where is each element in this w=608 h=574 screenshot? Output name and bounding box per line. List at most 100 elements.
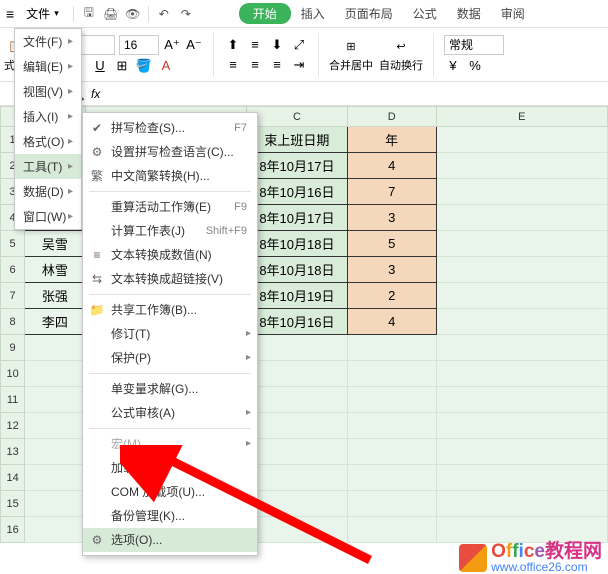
cell[interactable] bbox=[247, 517, 348, 543]
tools-menu-item[interactable]: 重算活动工作簿(E)F9 bbox=[83, 195, 257, 219]
cell[interactable]: 吴雪 bbox=[25, 231, 85, 257]
cell[interactable] bbox=[347, 335, 436, 361]
cell[interactable] bbox=[25, 517, 85, 543]
cell[interactable] bbox=[436, 361, 607, 387]
cell[interactable]: 8年10月19日 bbox=[247, 283, 348, 309]
fill-color-button[interactable]: 🪣 bbox=[135, 57, 153, 75]
cell[interactable] bbox=[25, 387, 85, 413]
cell[interactable] bbox=[436, 205, 607, 231]
row-header[interactable]: 9 bbox=[1, 335, 25, 361]
row-header[interactable]: 10 bbox=[1, 361, 25, 387]
cell[interactable] bbox=[247, 361, 348, 387]
row-header[interactable]: 13 bbox=[1, 439, 25, 465]
cell[interactable] bbox=[247, 413, 348, 439]
file-menu-item[interactable]: 插入(I) bbox=[15, 104, 81, 129]
tools-menu-item[interactable]: 保护(P) bbox=[83, 346, 257, 370]
cell[interactable] bbox=[347, 491, 436, 517]
file-menu-item[interactable]: 编辑(E) bbox=[15, 54, 81, 79]
cell[interactable] bbox=[347, 439, 436, 465]
row-header[interactable]: 15 bbox=[1, 491, 25, 517]
tools-menu-item[interactable]: 修订(T) bbox=[83, 322, 257, 346]
cell[interactable] bbox=[247, 335, 348, 361]
cell[interactable] bbox=[347, 361, 436, 387]
undo-icon[interactable]: ↶ bbox=[155, 5, 173, 23]
row-header[interactable]: 6 bbox=[1, 257, 25, 283]
preview-icon[interactable]: 👁 bbox=[124, 5, 142, 23]
tools-menu-item[interactable]: 📁共享工作簿(B)... bbox=[83, 298, 257, 322]
currency-icon[interactable]: ¥ bbox=[444, 57, 462, 75]
cell[interactable]: 4 bbox=[347, 153, 436, 179]
file-menu[interactable]: 文件(F)编辑(E)视图(V)插入(I)格式(O)工具(T)数据(D)窗口(W) bbox=[14, 28, 82, 230]
wrap-icon[interactable]: ↩ bbox=[391, 36, 411, 56]
tab-layout[interactable]: 页面布局 bbox=[335, 1, 403, 26]
increase-font-icon[interactable]: A⁺ bbox=[163, 36, 181, 54]
row-header[interactable]: 16 bbox=[1, 517, 25, 543]
cell[interactable] bbox=[436, 257, 607, 283]
cell[interactable]: 张强 bbox=[25, 283, 85, 309]
cell[interactable] bbox=[436, 179, 607, 205]
cell[interactable] bbox=[25, 335, 85, 361]
print-icon[interactable]: 🖨 bbox=[102, 5, 120, 23]
cell-d1[interactable]: 年 bbox=[347, 127, 436, 153]
tab-insert[interactable]: 插入 bbox=[291, 1, 335, 26]
tools-menu-item[interactable]: 备份管理(K)... bbox=[83, 504, 257, 528]
tab-review[interactable]: 审阅 bbox=[491, 1, 535, 26]
cell[interactable] bbox=[247, 387, 348, 413]
row-header[interactable]: 8 bbox=[1, 309, 25, 335]
tab-start[interactable]: 开始 bbox=[239, 3, 291, 24]
file-menu-item[interactable]: 视图(V) bbox=[15, 79, 81, 104]
cell[interactable] bbox=[436, 517, 607, 543]
row-header[interactable]: 11 bbox=[1, 387, 25, 413]
tools-submenu[interactable]: ✔拼写检查(S)...F7⚙设置拼写检查语言(C)...繁中文简繁转换(H)..… bbox=[82, 112, 258, 556]
tools-menu-item[interactable]: 公式审核(A) bbox=[83, 401, 257, 425]
cell[interactable]: 5 bbox=[347, 231, 436, 257]
cell[interactable] bbox=[347, 517, 436, 543]
align-bot-icon[interactable]: ⬇ bbox=[268, 36, 286, 54]
align-right-icon[interactable]: ≡ bbox=[268, 56, 286, 74]
cell-c1[interactable]: 束上班日期 bbox=[247, 127, 348, 153]
cell[interactable]: 8年10月17日 bbox=[247, 205, 348, 231]
tools-menu-item[interactable]: 单变量求解(G)... bbox=[83, 377, 257, 401]
row-header[interactable]: 5 bbox=[1, 231, 25, 257]
cell[interactable] bbox=[436, 231, 607, 257]
cell[interactable] bbox=[247, 439, 348, 465]
tools-menu-item[interactable]: 繁中文简繁转换(H)... bbox=[83, 164, 257, 188]
cell[interactable]: 8年10月16日 bbox=[247, 309, 348, 335]
cell[interactable] bbox=[25, 413, 85, 439]
tab-data[interactable]: 数据 bbox=[447, 1, 491, 26]
tools-menu-item[interactable]: 计算工作表(J)Shift+F9 bbox=[83, 219, 257, 243]
file-menu-item[interactable]: 工具(T) bbox=[15, 154, 81, 179]
align-mid-icon[interactable]: ≡ bbox=[246, 36, 264, 54]
cell[interactable] bbox=[436, 439, 607, 465]
cell[interactable]: 8年10月17日 bbox=[247, 153, 348, 179]
cell[interactable] bbox=[25, 361, 85, 387]
formula-bar[interactable] bbox=[106, 84, 604, 104]
tools-menu-item[interactable]: 加载项(I)... bbox=[83, 456, 257, 480]
cell[interactable]: 2 bbox=[347, 283, 436, 309]
cell[interactable] bbox=[436, 413, 607, 439]
col-header-e[interactable]: E bbox=[436, 107, 607, 127]
file-menu-item[interactable]: 格式(O) bbox=[15, 129, 81, 154]
cell[interactable] bbox=[436, 153, 607, 179]
align-left-icon[interactable]: ≡ bbox=[224, 56, 242, 74]
cell[interactable] bbox=[436, 387, 607, 413]
number-format-select[interactable] bbox=[444, 35, 504, 55]
decrease-font-icon[interactable]: A⁻ bbox=[185, 36, 203, 54]
row-header[interactable]: 14 bbox=[1, 465, 25, 491]
cell[interactable]: 李四 bbox=[25, 309, 85, 335]
cell[interactable] bbox=[436, 491, 607, 517]
cell[interactable] bbox=[247, 465, 348, 491]
cell[interactable] bbox=[347, 413, 436, 439]
tools-menu-item[interactable]: ≡文本转换成数值(N) bbox=[83, 243, 257, 267]
file-dropdown[interactable]: 文件 bbox=[18, 3, 67, 24]
percent-icon[interactable]: % bbox=[466, 57, 484, 75]
merge-icon[interactable]: ⊞ bbox=[341, 36, 361, 56]
underline-button[interactable]: U bbox=[91, 57, 109, 75]
tools-menu-item[interactable]: ⇆文本转换成超链接(V) bbox=[83, 267, 257, 291]
col-header-c[interactable]: C bbox=[247, 107, 348, 127]
file-menu-item[interactable]: 数据(D) bbox=[15, 179, 81, 204]
menu-icon[interactable]: ≡ bbox=[6, 6, 14, 22]
indent-icon[interactable]: ⇥ bbox=[290, 56, 308, 74]
merge-group[interactable]: ⊞ 合并居中 bbox=[329, 36, 373, 73]
cell[interactable] bbox=[25, 491, 85, 517]
